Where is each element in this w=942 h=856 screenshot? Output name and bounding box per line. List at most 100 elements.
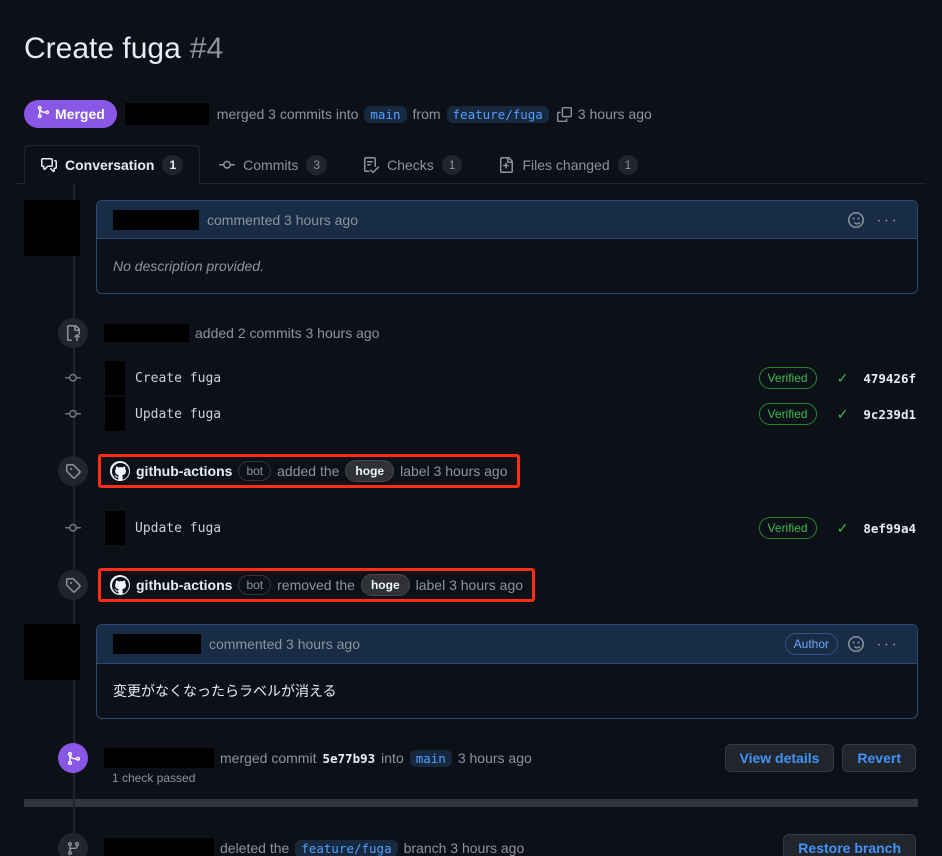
- timeline-event-merged: merged commit 5e77b93 into main 3 hours …: [24, 741, 918, 775]
- comment-body: No description provided.: [113, 258, 264, 275]
- tab-checks[interactable]: Checks 1: [346, 145, 479, 184]
- timeline-event-added-commits: added 2 commits 3 hours ago: [24, 316, 918, 350]
- from-word: from: [412, 106, 441, 123]
- commit-status: Verified ✓ 9c239d1: [758, 403, 918, 426]
- commit-message[interactable]: Update fuga: [135, 407, 759, 422]
- git-commit-icon: [58, 370, 88, 386]
- kebab-menu-icon[interactable]: ···: [874, 211, 901, 228]
- merged-time: 3 hours ago: [577, 106, 652, 123]
- action-text: removed the: [277, 577, 355, 594]
- into-word: into: [381, 750, 404, 767]
- event-text: github-actions bot removed the hoge labe…: [110, 574, 524, 597]
- tab-commits[interactable]: Commits 3: [202, 145, 344, 184]
- restore-branch-button[interactable]: Restore branch: [783, 834, 916, 856]
- merged-time: 3 hours ago: [457, 750, 532, 767]
- avatar: [105, 397, 125, 432]
- event-suffix: label 3 hours ago: [400, 463, 508, 480]
- commit-status: Verified ✓ 479426f: [758, 367, 918, 390]
- commit-sha[interactable]: 9c239d1: [863, 407, 916, 422]
- event-suffix: label 3 hours ago: [415, 577, 524, 594]
- event-text: deleted the feature/fuga branch 3 hours …: [104, 838, 524, 856]
- head-branch-chip[interactable]: feature/fuga: [446, 105, 549, 123]
- section-divider: [24, 799, 918, 808]
- comment-discussion-icon: [41, 157, 57, 173]
- redacted-username: [104, 748, 214, 769]
- annotation-highlight: github-actions bot removed the hoge labe…: [98, 568, 536, 603]
- git-merge-icon: [58, 743, 88, 774]
- annotation-highlight: github-actions bot added the hoge label …: [98, 454, 520, 489]
- branch-actions: Restore branch: [783, 834, 918, 856]
- git-branch-icon: [58, 833, 88, 856]
- tab-checks-label: Checks: [387, 157, 434, 174]
- commit-row: Create fuga Verified ✓ 479426f: [24, 360, 918, 396]
- comment-box: commented 3 hours ago ··· No description…: [96, 200, 918, 295]
- actor-name[interactable]: github-actions: [136, 577, 232, 593]
- title-row: Create fuga #4: [16, 0, 926, 68]
- copy-icon[interactable]: [556, 106, 572, 122]
- revert-button[interactable]: Revert: [842, 744, 916, 773]
- tab-conversation[interactable]: Conversation 1: [24, 145, 201, 185]
- comment-header: commented 3 hours ago Author ···: [97, 625, 917, 665]
- author-badge: Author: [784, 633, 839, 656]
- avatar: [105, 511, 125, 546]
- commit-row: Update fuga Verified ✓ 8ef99a4: [24, 510, 918, 546]
- comment-meta: commented 3 hours ago: [209, 636, 360, 653]
- tab-files-changed-label: Files changed: [522, 157, 610, 174]
- check-icon: ✓: [836, 369, 849, 386]
- emoji-reaction-icon[interactable]: [846, 211, 866, 228]
- action-text: added the: [277, 463, 340, 480]
- redacted-username: [113, 209, 199, 230]
- actor-name[interactable]: github-actions: [136, 463, 232, 479]
- commit-message[interactable]: Update fuga: [135, 521, 759, 536]
- commit-push-icon: [58, 318, 88, 349]
- comment-item: commented 3 hours ago Author ··· 変更がなくなっ…: [24, 624, 918, 720]
- checklist-icon: [363, 157, 380, 174]
- verified-badge: Verified: [758, 517, 817, 540]
- page-title: Create fuga #4: [24, 30, 918, 68]
- pr-title-text: Create fuga: [24, 32, 181, 66]
- git-commit-icon: [58, 520, 88, 536]
- status-badge: Merged: [24, 100, 117, 129]
- pr-number: #4: [189, 32, 224, 66]
- avatar: [24, 624, 80, 681]
- tab-checks-count: 1: [441, 155, 463, 176]
- timeline-event-label-removed: github-actions bot removed the hoge labe…: [24, 568, 918, 603]
- tab-files-changed-count: 1: [617, 155, 639, 176]
- comment-box: commented 3 hours ago Author ··· 変更がなくなっ…: [96, 624, 918, 720]
- label-chip[interactable]: hoge: [360, 574, 410, 597]
- commit-sha[interactable]: 479426f: [863, 371, 916, 386]
- avatar: [105, 361, 125, 396]
- kebab-menu-icon[interactable]: ···: [874, 635, 901, 652]
- merge-commit-sha[interactable]: 5e77b93: [322, 751, 375, 766]
- view-details-button[interactable]: View details: [724, 744, 835, 773]
- git-commit-icon: [219, 157, 236, 173]
- check-icon: ✓: [836, 519, 849, 536]
- pull-request-page: Create fuga #4 Merged merged 3 commits i…: [0, 0, 942, 856]
- base-branch-chip[interactable]: main: [409, 749, 452, 767]
- status-badge-label: Merged: [55, 106, 105, 123]
- merge-actions: View details Revert: [724, 744, 919, 773]
- tab-conversation-count: 1: [162, 155, 184, 176]
- comment-meta: commented 3 hours ago: [207, 211, 358, 228]
- emoji-reaction-icon[interactable]: [846, 636, 866, 653]
- verified-badge: Verified: [758, 403, 817, 426]
- conversation-timeline: commented 3 hours ago ··· No description…: [16, 184, 926, 856]
- label-chip[interactable]: hoge: [345, 460, 395, 483]
- redacted-username: [104, 324, 189, 343]
- base-branch-chip[interactable]: main: [364, 105, 407, 123]
- bot-badge: bot: [238, 461, 272, 482]
- git-merge-icon: [36, 105, 50, 123]
- merge-summary: merged 3 commits into main from feature/…: [217, 105, 652, 123]
- tag-icon: [58, 456, 88, 487]
- file-diff-icon: [498, 157, 514, 174]
- commit-sha[interactable]: 8ef99a4: [863, 521, 916, 536]
- tab-files-changed[interactable]: Files changed 1: [481, 145, 655, 184]
- commit-message[interactable]: Create fuga: [135, 371, 759, 386]
- git-commit-icon: [58, 406, 88, 422]
- deleted-prefix: deleted the: [220, 840, 290, 856]
- comment-header: commented 3 hours ago ···: [97, 201, 917, 240]
- tab-commits-count: 3: [306, 155, 328, 176]
- redacted-username: [113, 634, 201, 655]
- pr-subhead: Merged merged 3 commits into main from f…: [16, 88, 926, 129]
- event-text: merged commit 5e77b93 into main 3 hours …: [104, 748, 532, 769]
